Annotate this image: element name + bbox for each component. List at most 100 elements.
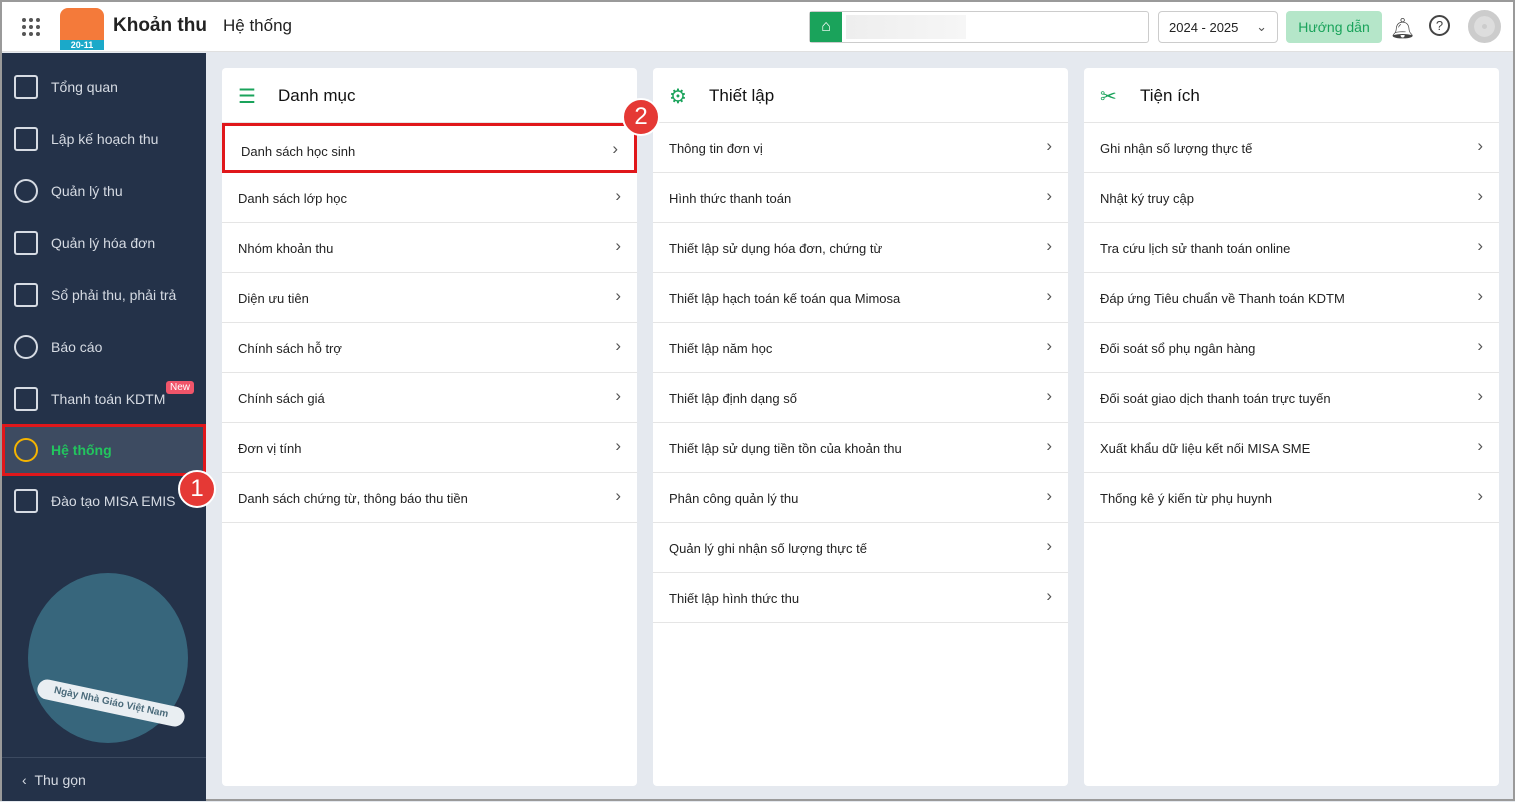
item-label: Thiết lập hạch toán kế toán qua Mimosa (669, 291, 901, 306)
list-item[interactable]: Thiết lập định dạng số › (653, 373, 1068, 423)
chevron-right-icon: › (1046, 286, 1052, 305)
chevron-right-icon: › (1046, 186, 1052, 205)
ledger-icon (14, 283, 38, 307)
list-item[interactable]: Nhóm khoản thu › (222, 223, 637, 273)
invoice-icon (14, 231, 38, 255)
list-item[interactable]: Thống kê ý kiến từ phụ huynh › (1084, 473, 1499, 523)
list-item[interactable]: Danh sách học sinh › (222, 123, 637, 173)
card-title: Tiện ích (1140, 86, 1200, 105)
unit-selector[interactable]: ⌂ (809, 11, 1149, 43)
sidebar-item-payment[interactable]: Thanh toán KDTM New (2, 373, 206, 425)
chevron-right-icon: › (615, 336, 621, 355)
chevron-right-icon: › (1046, 236, 1052, 255)
sidebar-item-collect[interactable]: Quản lý thu (2, 165, 206, 217)
year-select[interactable]: 2024 - 2025 ⌄ (1158, 11, 1278, 43)
list-item[interactable]: Ghi nhận số lượng thực tế › (1084, 123, 1499, 173)
sidebar-item-report[interactable]: Báo cáo (2, 321, 206, 373)
chevron-right-icon: › (615, 386, 621, 405)
item-label: Thiết lập sử dụng tiền tồn của khoản thu (669, 441, 902, 456)
step-badge-2: 2 (622, 98, 660, 136)
chevron-right-icon: › (615, 286, 621, 305)
list-item[interactable]: Thiết lập sử dụng hóa đơn, chứng từ › (653, 223, 1068, 273)
list-item[interactable]: Diện ưu tiên › (222, 273, 637, 323)
utilities-icon: ✂ (1100, 86, 1117, 108)
sidebar: Tổng quan Lập kế hoạch thu Quản lý thu Q… (2, 53, 206, 801)
list-item[interactable]: Thiết lập năm học › (653, 323, 1068, 373)
item-label: Thiết lập sử dụng hóa đơn, chứng từ (669, 241, 883, 256)
item-label: Đơn vị tính (238, 441, 302, 456)
chevron-left-icon: ‹ (22, 772, 35, 788)
list-item[interactable]: Hình thức thanh toán › (653, 173, 1068, 223)
bell-icon[interactable]: 🔔︎ (1390, 16, 1415, 41)
item-label: Đáp ứng Tiêu chuẩn về Thanh toán KDTM (1100, 291, 1345, 306)
pie-chart-icon (14, 335, 38, 359)
list-item[interactable]: Đơn vị tính › (222, 423, 637, 473)
unit-name-blurred (846, 15, 966, 39)
label: Quản lý thu (51, 183, 123, 199)
item-label: Chính sách hỗ trợ (238, 341, 342, 356)
list-item[interactable]: Thiết lập hình thức thu › (653, 573, 1068, 623)
avatar[interactable] (1468, 10, 1501, 43)
list-item[interactable]: Danh sách chứng từ, thông báo thu tiền › (222, 473, 637, 523)
app-title: Khoản thu (113, 15, 207, 36)
label: Hệ thống (51, 442, 112, 458)
sidebar-item-system[interactable]: Hệ thống (2, 424, 206, 476)
item-label: Danh sách lớp học (238, 191, 347, 206)
list-item[interactable]: Thông tin đơn vị › (653, 123, 1068, 173)
section-title: Hệ thống (223, 16, 292, 35)
home-icon: ⌂ (810, 12, 842, 42)
step-badge-1: 1 (178, 470, 216, 508)
list-item[interactable]: Chính sách giá › (222, 373, 637, 423)
label: Báo cáo (51, 339, 103, 355)
chevron-right-icon: › (1477, 436, 1483, 455)
gear-icon (14, 438, 38, 462)
chevron-down-icon: ⌄ (1256, 19, 1267, 34)
chevron-right-icon: › (615, 436, 621, 455)
list-item[interactable]: Thiết lập sử dụng tiền tồn của khoản thu… (653, 423, 1068, 473)
list-item[interactable]: Danh sách lớp học › (222, 173, 637, 223)
chevron-right-icon: › (1477, 336, 1483, 355)
list-item[interactable]: Thiết lập hạch toán kế toán qua Mimosa › (653, 273, 1068, 323)
help-icon[interactable]: ? (1429, 15, 1450, 36)
card-header: ☰ Danh mục (222, 68, 637, 123)
item-label: Chính sách giá (238, 391, 325, 406)
list-item[interactable]: Tra cứu lịch sử thanh toán online › (1084, 223, 1499, 273)
list-item[interactable]: Đối soát sổ phụ ngân hàng › (1084, 323, 1499, 373)
list-item[interactable]: Quản lý ghi nhận số lượng thực tế › (653, 523, 1068, 573)
item-label: Thống kê ý kiến từ phụ huynh (1100, 491, 1273, 506)
chevron-right-icon: › (1046, 136, 1052, 155)
chevron-right-icon: › (1477, 286, 1483, 305)
sidebar-item-ledger[interactable]: Sổ phải thu, phải trả (2, 269, 206, 321)
calendar-icon (14, 127, 38, 151)
list-item[interactable]: Đối soát giao dịch thanh toán trực tuyến… (1084, 373, 1499, 423)
item-label: Diện ưu tiên (238, 291, 309, 306)
card-title: Danh mục (278, 86, 356, 105)
list-item[interactable]: Chính sách hỗ trợ › (222, 323, 637, 373)
chevron-right-icon: › (1477, 236, 1483, 255)
sidebar-item-overview[interactable]: Tổng quan (2, 61, 206, 113)
guide-button[interactable]: Hướng dẫn (1286, 11, 1382, 43)
new-badge: New (166, 381, 195, 394)
chevron-right-icon: › (1477, 186, 1483, 205)
list-item[interactable]: Nhật ký truy cập › (1084, 173, 1499, 223)
book-icon (14, 489, 38, 513)
year-value: 2024 - 2025 (1169, 20, 1239, 35)
chevron-right-icon: › (1477, 136, 1483, 155)
sidebar-item-invoice[interactable]: Quản lý hóa đơn (2, 217, 206, 269)
sidebar-item-training[interactable]: Đào tạo MISA EMIS (2, 475, 206, 527)
list-item[interactable]: Phân công quản lý thu › (653, 473, 1068, 523)
card-title: Thiết lập (709, 86, 775, 105)
sidebar-item-plan[interactable]: Lập kế hoạch thu (2, 113, 206, 165)
chevron-right-icon: › (1046, 486, 1052, 505)
chevron-right-icon: › (1046, 536, 1052, 555)
app-grid-icon[interactable] (22, 18, 40, 36)
collapse-button[interactable]: ‹ Thu gọn (2, 757, 206, 802)
list-item[interactable]: Xuất khẩu dữ liệu kết nối MISA SME › (1084, 423, 1499, 473)
item-label: Tra cứu lịch sử thanh toán online (1100, 241, 1291, 256)
item-label: Thiết lập năm học (669, 341, 773, 356)
card-header: ⚙ Thiết lập (653, 68, 1068, 123)
item-label: Hình thức thanh toán (669, 191, 792, 206)
label: Quản lý hóa đơn (51, 235, 156, 251)
list-item[interactable]: Đáp ứng Tiêu chuẩn về Thanh toán KDTM › (1084, 273, 1499, 323)
chevron-right-icon: › (615, 236, 621, 255)
